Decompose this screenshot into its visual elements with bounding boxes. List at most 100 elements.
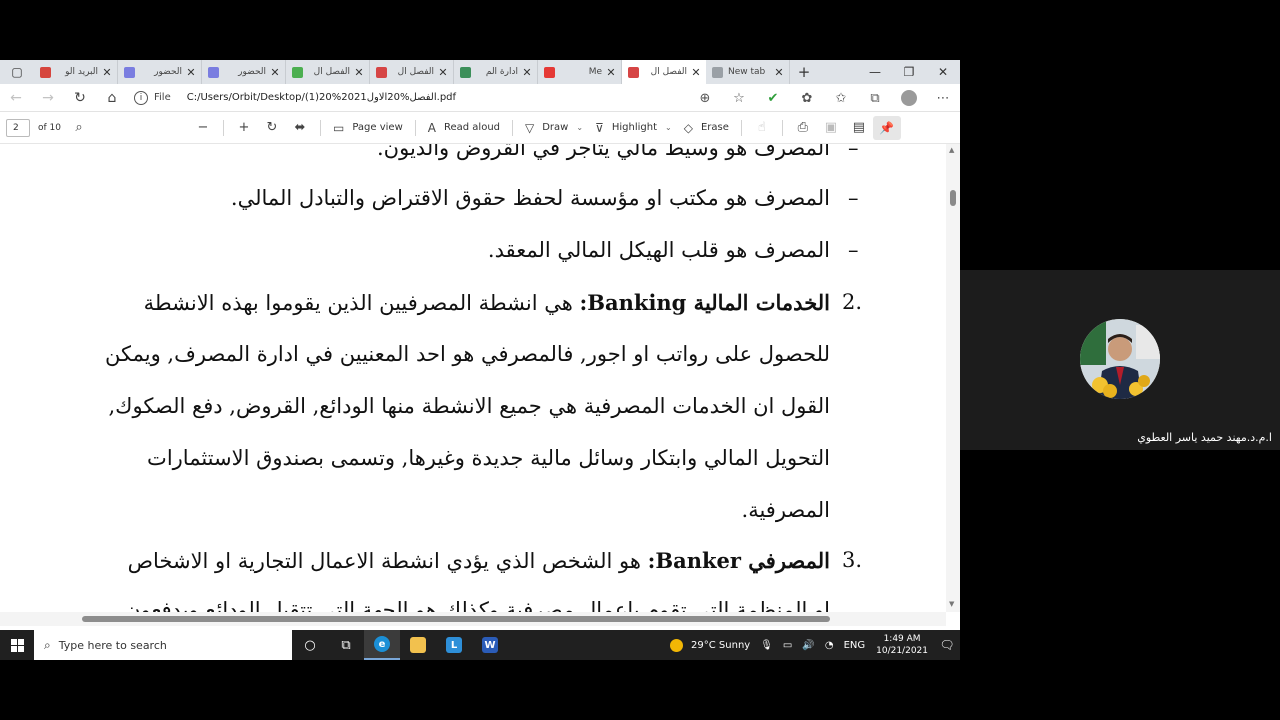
restore-icon[interactable]: ❐ xyxy=(892,60,926,84)
vertical-scrollbar[interactable]: ▲ ▼ xyxy=(946,144,960,612)
task-view-icon[interactable]: ⧉ xyxy=(328,630,364,660)
touch-icon[interactable]: ☝ xyxy=(748,112,776,144)
read-aloud-label: Read aloud xyxy=(443,122,500,133)
taskbar-search[interactable]: ⌕ Type here to search xyxy=(34,630,292,660)
draw-button[interactable]: ▽ Draw ⌄ xyxy=(519,112,589,144)
browser-tab[interactable]: الحضور ✕ xyxy=(202,60,286,84)
taskbar-clock[interactable]: 1:49 AM 10/21/2021 xyxy=(870,633,934,657)
browser-tab[interactable]: ادارة الم ✕ xyxy=(454,60,538,84)
page-count: of 10 xyxy=(38,122,61,133)
tab-close-icon[interactable]: ✕ xyxy=(269,66,281,79)
page-view-button[interactable]: ▭ Page view xyxy=(327,112,409,144)
url-field[interactable]: i File C:/Users/Orbit/Desktop/(1)20%2021… xyxy=(134,86,724,109)
tab-actions-icon[interactable]: ▢ xyxy=(0,60,34,84)
address-bar: ← → ↻ ⌂ i File C:/Users/Orbit/Desktop/(1… xyxy=(0,84,960,112)
weather-widget[interactable]: 29°C Sunny xyxy=(665,638,755,652)
tab-favicon-icon xyxy=(544,66,555,78)
print-icon[interactable]: ⎙ xyxy=(789,112,817,144)
scroll-thumb[interactable] xyxy=(82,616,830,622)
search-icon[interactable]: ⌕ xyxy=(65,112,93,144)
bullet-dash: – xyxy=(848,186,859,210)
tab-close-icon[interactable]: ✕ xyxy=(353,66,365,79)
browser-tab[interactable]: الفصل ال ✕ xyxy=(286,60,370,84)
edge-app-icon[interactable]: e xyxy=(364,630,400,660)
start-button[interactable] xyxy=(0,630,34,660)
favorite-star-icon[interactable]: ☆ xyxy=(722,84,756,112)
minimize-icon[interactable]: — xyxy=(858,60,892,84)
wifi-icon[interactable]: ◔ xyxy=(820,640,839,651)
read-aloud-button[interactable]: A Read aloud xyxy=(422,112,506,144)
check-extension-icon[interactable]: ✔ xyxy=(756,84,790,112)
tab-close-icon[interactable]: ✕ xyxy=(437,66,449,79)
close-window-icon[interactable]: ✕ xyxy=(926,60,960,84)
volume-icon[interactable]: 🔊 xyxy=(797,640,819,651)
tab-favicon-icon xyxy=(124,66,135,78)
save-as-icon[interactable]: ▤ xyxy=(845,112,873,144)
file-explorer-icon[interactable] xyxy=(400,630,436,660)
favorites-list-icon[interactable]: ✩ xyxy=(824,84,858,112)
new-tab-plus-icon[interactable]: + xyxy=(790,63,818,81)
divider xyxy=(414,119,416,136)
tab-label: الفصل ال xyxy=(397,67,434,77)
network-icon[interactable]: ▭ xyxy=(778,640,797,651)
divider xyxy=(740,119,742,136)
browser-tab[interactable]: Me ✕ xyxy=(538,60,622,84)
language-indicator[interactable]: ENG xyxy=(839,640,871,651)
erase-button[interactable]: ◇ Erase xyxy=(678,112,735,144)
tab-label: Me xyxy=(588,67,602,77)
browser-tab[interactable]: الحضور ✕ xyxy=(118,60,202,84)
tab-close-icon[interactable]: ✕ xyxy=(690,66,702,79)
tab-close-icon[interactable]: ✕ xyxy=(101,66,113,79)
draw-label: Draw xyxy=(542,122,569,133)
highlight-button[interactable]: ⊽ Highlight ⌄ xyxy=(589,112,678,144)
chevron-down-icon[interactable]: ⌄ xyxy=(576,123,583,132)
l-app-icon[interactable]: L xyxy=(436,630,472,660)
scroll-down-arrow-icon[interactable]: ▼ xyxy=(949,600,954,608)
tab-close-icon[interactable]: ✕ xyxy=(605,66,617,79)
tab-close-icon[interactable]: ✕ xyxy=(773,66,785,79)
save-icon[interactable]: ▣ xyxy=(817,112,845,144)
zoom-in-icon[interactable]: + xyxy=(230,112,258,144)
tab-label: البريد الو xyxy=(65,67,98,77)
tab-close-icon[interactable]: ✕ xyxy=(521,66,533,79)
more-menu-icon[interactable]: ⋯ xyxy=(926,84,960,112)
tab-list: البريد الو ✕ الحضور ✕ الحضور ✕ الفصل ال ✕ الفصل … xyxy=(34,60,790,84)
collections-icon[interactable]: ⧉ xyxy=(858,84,892,112)
windows-logo-icon xyxy=(10,638,24,652)
pin-toolbar-icon[interactable]: 📌 xyxy=(872,115,901,140)
page-number-input[interactable]: 2 xyxy=(6,118,30,137)
sun-icon xyxy=(670,638,684,652)
horizontal-scrollbar[interactable] xyxy=(0,612,946,626)
forward-arrow-icon[interactable]: → xyxy=(32,84,64,112)
tab-close-icon[interactable]: ✕ xyxy=(185,66,197,79)
scroll-thumb[interactable] xyxy=(950,190,956,206)
pdf-document: – المصرف هو وسيط مالي يتاجر في القروض وا… xyxy=(0,144,946,612)
profile-avatar-icon[interactable] xyxy=(892,84,926,112)
participant-tile[interactable]: ا.م.د.مهند حميد ياسر العطوي xyxy=(960,270,1280,450)
browser-tab[interactable]: البريد الو ✕ xyxy=(34,60,118,84)
refresh-icon[interactable]: ↻ xyxy=(64,84,96,112)
scroll-up-arrow-icon[interactable]: ▲ xyxy=(949,146,954,154)
browser-tab[interactable]: الفصل ال ✕ xyxy=(370,60,454,84)
browser-tab[interactable]: New tab ✕ xyxy=(706,60,790,84)
browser-tab[interactable]: الفصل ال ✕ xyxy=(622,60,706,84)
back-arrow-icon[interactable]: ← xyxy=(0,84,32,112)
cortana-icon[interactable]: ○ xyxy=(292,630,328,660)
tab-favicon-icon xyxy=(292,66,303,78)
search-icon: ⌕ xyxy=(44,637,51,652)
read-aloud-icon: A xyxy=(427,120,436,135)
rotate-icon[interactable]: ↻ xyxy=(258,112,286,144)
url-path: C:/Users/Orbit/Desktop/(1)20%2021الفصل%2… xyxy=(186,92,457,103)
zoom-icon[interactable]: ⊕ xyxy=(688,84,722,112)
microphone-icon[interactable]: 🎙 xyxy=(755,640,778,651)
divider xyxy=(223,119,224,136)
doc-line: التحويل المالي وابتكار وسائل مالية جديدة… xyxy=(147,446,830,470)
info-icon[interactable]: i xyxy=(134,90,148,105)
fit-page-icon[interactable]: ⬌ xyxy=(286,112,314,144)
zoom-out-icon[interactable]: − xyxy=(189,112,217,144)
word-app-icon[interactable]: W xyxy=(472,630,508,660)
home-icon[interactable]: ⌂ xyxy=(96,84,128,112)
notification-icon[interactable]: 🗨 xyxy=(934,630,960,660)
chevron-down-icon[interactable]: ⌄ xyxy=(665,123,672,132)
extensions-icon[interactable]: ✿ xyxy=(790,84,824,112)
